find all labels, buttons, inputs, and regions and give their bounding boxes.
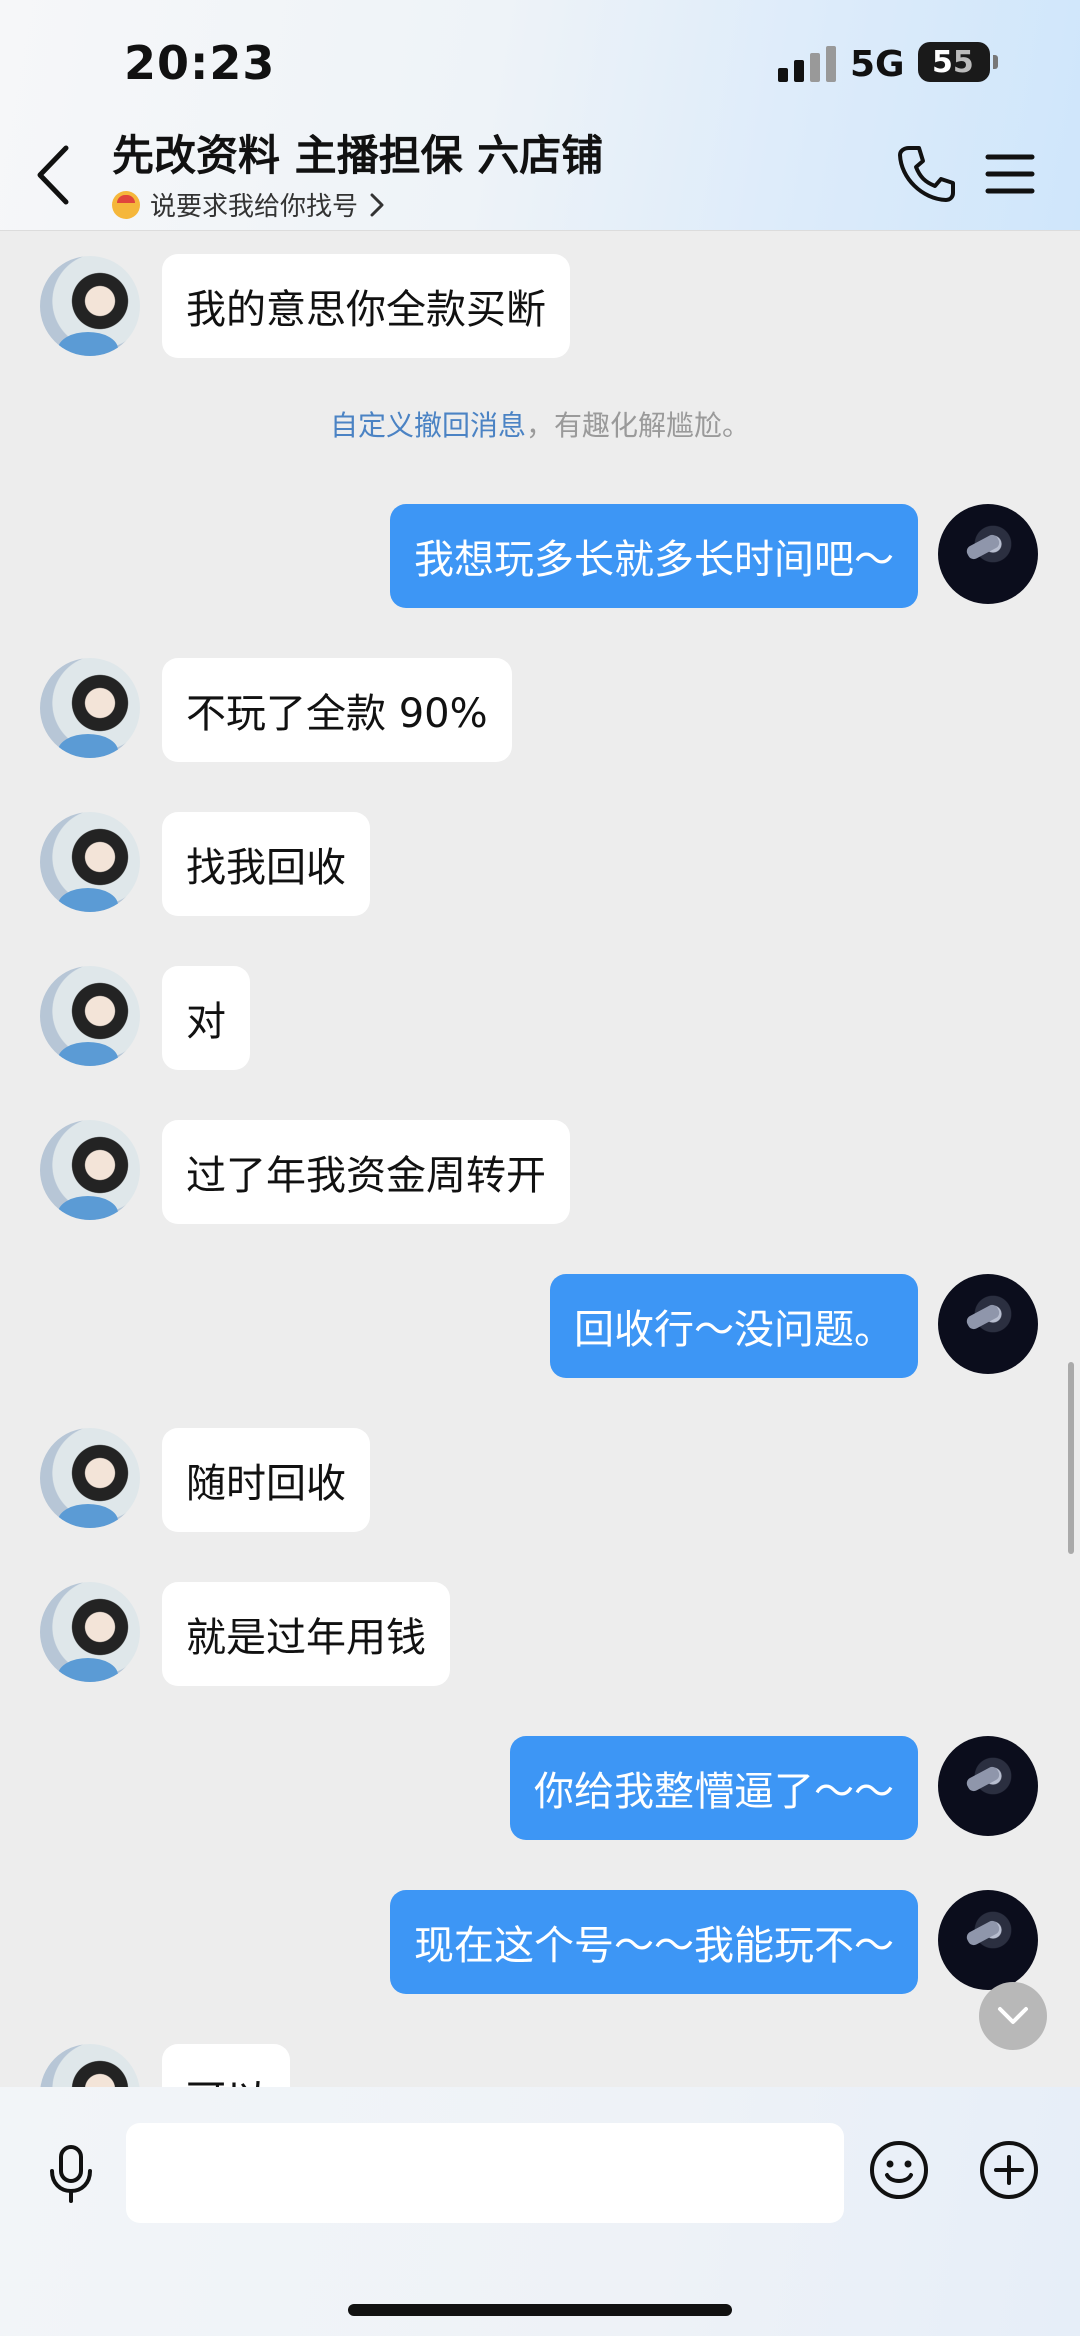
message-bubble-outgoing[interactable]: 回收行～没问题。 (550, 1274, 918, 1378)
chat-header: 20:23 5G 55 先改资料 主播担保 六店铺 说要求我给你找号 (0, 0, 1080, 231)
message-bubble-incoming[interactable]: 随时回收 (162, 1428, 370, 1532)
system-notice: 自定义撤回消息，有趣化解尴尬。 (0, 404, 1080, 444)
chat-subtitle-text: 说要求我给你找号 (150, 192, 359, 222)
message-bubble-incoming[interactable]: 过了年我资金周转开 (162, 1120, 570, 1224)
system-notice-text: ，有趣化解尴尬。 (526, 409, 751, 442)
battery-icon: 55 (918, 42, 990, 82)
message-bubble-outgoing[interactable]: 我想玩多长就多长时间吧～ (390, 504, 918, 608)
chevron-down-icon (998, 2007, 1028, 2024)
message-bubble-incoming[interactable]: 对 (162, 966, 250, 1070)
emoji-face-icon (112, 190, 140, 219)
message-bubble-incoming[interactable]: 就是过年用钱 (162, 1582, 450, 1686)
message-bubble-incoming[interactable]: 可以 (162, 2044, 290, 2087)
message-input[interactable] (126, 2123, 844, 2223)
my-avatar[interactable] (938, 1736, 1038, 1836)
contact-avatar[interactable] (40, 1582, 140, 1682)
emoji-icon[interactable] (866, 2137, 932, 2203)
input-bar (0, 2087, 1080, 2336)
scrollbar[interactable] (1068, 1362, 1074, 1554)
message-bubble-outgoing[interactable]: 你给我整懵逼了～～ (510, 1736, 918, 1840)
scroll-to-bottom-button[interactable] (979, 1982, 1047, 2050)
chat-subtitle[interactable]: 说要求我给你找号 (112, 186, 386, 223)
network-label: 5G (850, 44, 905, 85)
message-bubble-incoming[interactable]: 找我回收 (162, 812, 370, 916)
message-bubble-incoming[interactable]: 不玩了全款 90% (162, 658, 512, 762)
plus-icon[interactable] (976, 2137, 1042, 2203)
contact-avatar[interactable] (40, 1120, 140, 1220)
my-avatar[interactable] (938, 1890, 1038, 1990)
battery-nub (993, 55, 998, 69)
microphone-icon[interactable] (38, 2141, 104, 2207)
phone-icon[interactable] (894, 142, 958, 206)
contact-avatar[interactable] (40, 966, 140, 1066)
contact-avatar[interactable] (40, 1428, 140, 1528)
status-time: 20:23 (124, 36, 276, 90)
custom-recall-link[interactable]: 自定义撤回消息 (330, 409, 526, 442)
menu-icon[interactable] (978, 142, 1042, 206)
battery-level-rest: 5 (952, 44, 974, 80)
message-list[interactable]: 我的意思你全款买断 自定义撤回消息，有趣化解尴尬。 我想玩多长就多长时间吧～ 不… (0, 232, 1080, 2087)
my-avatar[interactable] (938, 504, 1038, 604)
my-avatar[interactable] (938, 1274, 1038, 1374)
contact-avatar[interactable] (40, 658, 140, 758)
chevron-right-icon (370, 193, 384, 216)
home-indicator[interactable] (348, 2304, 732, 2316)
battery-level: 5 (932, 44, 953, 80)
message-bubble-incoming[interactable]: 我的意思你全款买断 (162, 254, 570, 358)
message-bubble-outgoing[interactable]: 现在这个号～～我能玩不～ (390, 1890, 918, 1994)
back-arrow-icon[interactable] (28, 140, 88, 210)
contact-avatar[interactable] (40, 256, 140, 356)
signal-icon (778, 46, 836, 82)
contact-avatar[interactable] (40, 812, 140, 912)
chat-title[interactable]: 先改资料 主播担保 六店铺 (112, 122, 603, 183)
contact-avatar[interactable] (40, 2044, 140, 2087)
